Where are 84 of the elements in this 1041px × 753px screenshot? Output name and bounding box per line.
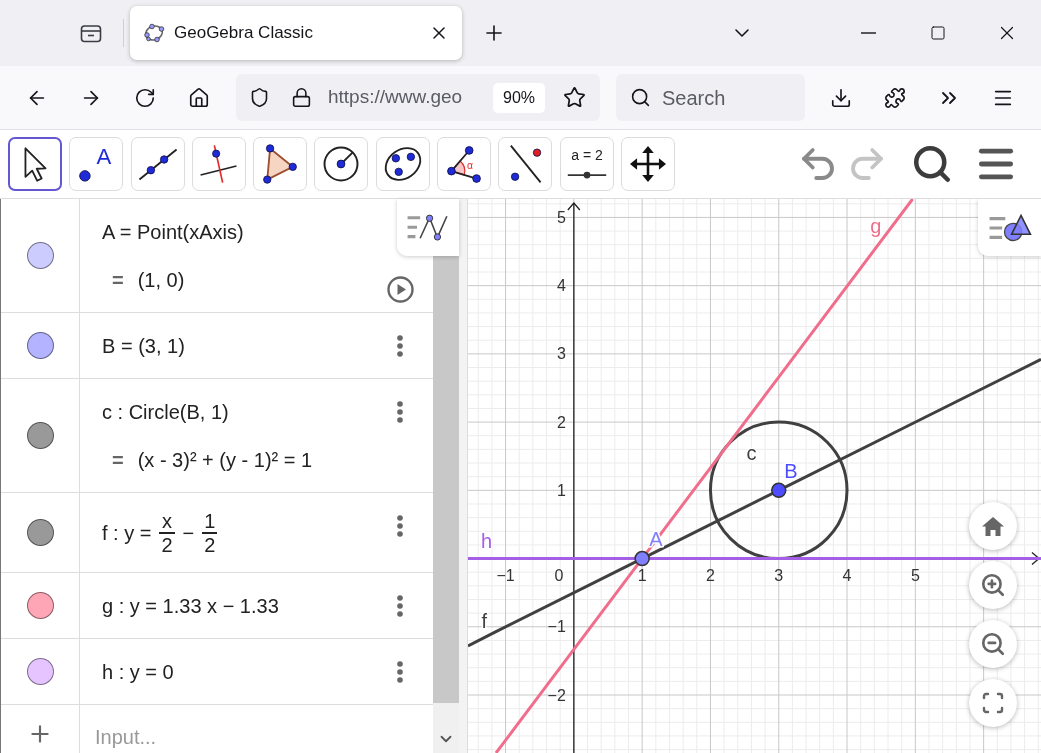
cursor-icon	[23, 146, 47, 182]
tick-label: 3	[556, 345, 566, 363]
point-marker[interactable]	[771, 482, 787, 499]
marble-icon[interactable]	[26, 657, 54, 685]
tool-button[interactable]: A	[69, 137, 124, 191]
algebra-definition[interactable]: h : y = 0	[102, 655, 174, 688]
point-marker[interactable]	[634, 550, 650, 567]
tab-title: GeoGebra Classic	[174, 22, 313, 45]
search-input[interactable]: Search	[662, 83, 792, 112]
tick-label: −1	[547, 618, 566, 636]
play-icon	[386, 276, 414, 303]
puzzle-piece-icon	[884, 86, 906, 109]
algebra-output: = (x - 3)² + (y - 1)² = 1	[111, 448, 313, 473]
tick-label: 5	[910, 567, 920, 585]
object-label: h	[480, 529, 492, 552]
ellipse-points-icon	[382, 145, 423, 183]
tick-label: 5	[556, 208, 566, 226]
tick-label: 4	[556, 277, 566, 295]
tick-label: −1	[496, 567, 515, 585]
marble-icon[interactable]	[26, 422, 54, 449]
tick-label: 1	[637, 567, 647, 585]
tick-label: 1	[556, 481, 566, 499]
play-button[interactable]	[386, 276, 414, 303]
circle-with-center-icon	[323, 146, 360, 182]
url-text: https://www.geo	[328, 85, 464, 110]
tray-icon	[80, 23, 102, 43]
triangle-icon	[263, 144, 298, 184]
browser-tab[interactable]: GeoGebra Classic	[130, 6, 462, 60]
maximize-icon	[929, 25, 946, 41]
algebra-definition[interactable]: A = Point(xAxis)	[102, 216, 244, 248]
search-icon	[911, 143, 953, 185]
more-icon	[397, 335, 403, 357]
tick-label: 2	[556, 413, 566, 431]
tool-button[interactable]: α	[437, 137, 492, 191]
more-icon	[397, 660, 403, 683]
search-bar[interactable]: Search	[616, 74, 805, 121]
minimize-icon	[861, 32, 876, 34]
tick-label: 2	[706, 567, 715, 585]
address-bar[interactable]: https://www.geo 90%	[236, 74, 600, 121]
object-label: g	[870, 214, 882, 237]
home-icon	[982, 516, 1004, 536]
search-icon	[630, 87, 651, 108]
algebra-style-toggle-button[interactable]	[397, 199, 459, 256]
four-arrows-icon	[629, 146, 666, 182]
reload-icon	[134, 86, 156, 109]
marble-icon[interactable]	[26, 591, 54, 619]
graph-line[interactable]	[468, 557, 1041, 561]
graphics-style-toggle-button[interactable]	[978, 199, 1041, 256]
input-field[interactable]: Input...	[95, 723, 415, 750]
object-label: f	[481, 609, 488, 632]
tick-label: 4	[842, 567, 852, 585]
zoom-out-icon	[980, 631, 1006, 657]
zoom-in-icon	[980, 572, 1006, 598]
tick-label: 3	[774, 567, 784, 585]
algebra-output: = (1, 0)	[111, 268, 185, 293]
lines-and-graph-icon	[406, 212, 450, 243]
line-through-points-icon	[137, 147, 178, 181]
tool-button[interactable]	[8, 137, 62, 191]
star-icon	[563, 86, 586, 109]
shield-icon	[249, 87, 270, 108]
tool-button[interactable]: a = 2	[559, 137, 614, 191]
graph-line[interactable]	[494, 199, 914, 753]
lock-icon	[291, 87, 312, 108]
object-label: c	[746, 441, 757, 464]
ellipse-points-icon	[143, 23, 165, 43]
algebra-definition[interactable]: g : y = 1.33 x − 1.33	[102, 589, 279, 622]
perpendicular-lines-icon	[199, 144, 239, 184]
algebra-definition[interactable]: c : Circle(B, 1)	[102, 396, 229, 428]
tick-label: 0	[554, 567, 564, 585]
fullscreen-icon	[981, 691, 1005, 715]
zoom-level-badge[interactable]: 90%	[493, 82, 545, 113]
line-and-points-icon	[508, 144, 543, 184]
more-icon	[397, 515, 403, 537]
marble-icon[interactable]	[26, 242, 54, 269]
more-icon	[397, 594, 403, 617]
graph-line[interactable]	[468, 358, 1041, 648]
tick-label: −2	[547, 686, 566, 704]
algebra-definition[interactable]: B = (3, 1)	[102, 330, 185, 362]
marble-icon[interactable]	[26, 518, 54, 546]
home-icon	[188, 86, 210, 109]
object-label: B	[784, 459, 798, 482]
more-icon	[397, 401, 403, 423]
marble-icon[interactable]	[26, 332, 54, 359]
download-icon	[830, 86, 852, 109]
